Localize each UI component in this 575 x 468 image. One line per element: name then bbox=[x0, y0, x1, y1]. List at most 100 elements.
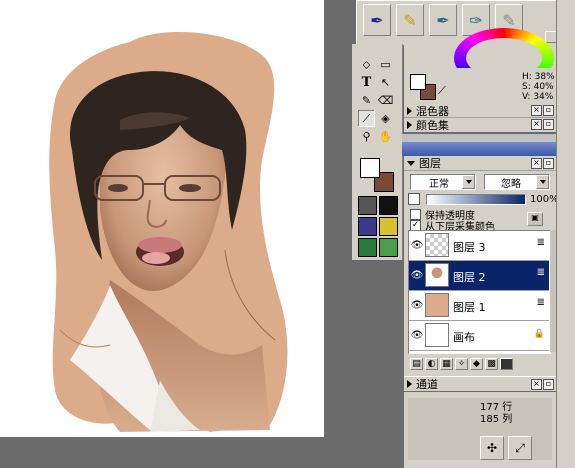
blend-row: 正常 忽略 bbox=[410, 174, 550, 190]
gradient-icon[interactable] bbox=[358, 217, 377, 236]
eye-icon[interactable]: 👁 bbox=[411, 239, 424, 251]
lock-icon: 🔒 bbox=[533, 329, 545, 339]
collapse-triangle-icon bbox=[407, 160, 415, 166]
layer-name: 图层 2 bbox=[453, 271, 486, 284]
expand-icon[interactable]: ⤢ bbox=[508, 436, 532, 460]
eyedropper-icon[interactable]: ⟋ bbox=[358, 110, 375, 127]
layer-thumbnail bbox=[425, 233, 449, 257]
chevron-down-icon[interactable] bbox=[462, 175, 475, 189]
painting-canvas[interactable] bbox=[0, 0, 324, 437]
color-panel: ⟋ H: 38% S: 40% V: 34% bbox=[404, 28, 556, 104]
panel-divider bbox=[402, 134, 560, 142]
zoom-icon[interactable]: ⚲ bbox=[358, 128, 375, 145]
layers-title: 图层 bbox=[419, 157, 441, 170]
channels-title: 通道 bbox=[416, 378, 438, 391]
layer-thumbnail bbox=[425, 263, 449, 287]
info-panel: 177 行 185 列 ✣ ⤢ bbox=[404, 392, 556, 468]
layer-row-canvas[interactable]: 👁 画布 🔒 bbox=[409, 321, 549, 351]
saturation-value: S: 40% bbox=[522, 82, 554, 92]
eraser-icon[interactable]: ⌫ bbox=[377, 92, 394, 109]
opacity-row: 100% bbox=[408, 193, 559, 205]
layer-row-2[interactable]: 👁 图层 2 ≣ bbox=[409, 261, 549, 291]
current-color-swatches[interactable] bbox=[410, 74, 436, 100]
ignore-value: 忽略 bbox=[501, 178, 521, 190]
effects-icon[interactable]: ✧ bbox=[455, 358, 468, 370]
eyedropper-small-icon[interactable]: ⟋ bbox=[438, 84, 446, 98]
paper-texture-icon[interactable] bbox=[358, 196, 377, 215]
eye-icon[interactable]: 👁 bbox=[411, 299, 424, 311]
close-icon[interactable]: × bbox=[531, 119, 542, 130]
color-swatches[interactable] bbox=[360, 158, 394, 192]
pointer-icon[interactable]: ↖ bbox=[377, 74, 394, 91]
mask-icon[interactable]: ▩ bbox=[485, 358, 498, 370]
layer-row-1[interactable]: 👁 图层 1 ≣ bbox=[409, 291, 549, 321]
layer-stack-icon: ≣ bbox=[536, 297, 545, 308]
group-icon[interactable]: ▦ bbox=[440, 358, 453, 370]
pen-ink-icon[interactable]: ✒ bbox=[429, 4, 457, 36]
lock-icon[interactable]: ▣ bbox=[527, 212, 543, 226]
text-icon[interactable]: T bbox=[358, 74, 375, 91]
color-set-panel-header[interactable]: 颜色集 × ▫ bbox=[404, 118, 556, 132]
layers-panel: 图层 × ▫ 正常 忽略 100% 保持透明度 ✓ 从下层采集颜色 ▣ 👁 图层… bbox=[404, 156, 575, 376]
pen-blue-icon[interactable]: ✒ bbox=[363, 4, 391, 36]
layer-thumbnail bbox=[425, 293, 449, 317]
pattern-icon[interactable] bbox=[379, 196, 398, 215]
look-icon[interactable] bbox=[379, 238, 398, 257]
value-value: V: 34% bbox=[522, 92, 554, 102]
dimension-readout: 177 行 185 列 bbox=[480, 402, 512, 426]
close-icon[interactable]: × bbox=[531, 158, 542, 169]
move-icon[interactable]: ⬦ bbox=[358, 56, 375, 73]
dynamic-plugin-icon[interactable]: ◆ bbox=[470, 358, 483, 370]
hand-icon[interactable]: ✋ bbox=[377, 128, 394, 145]
blend-mode-select[interactable]: 正常 bbox=[410, 174, 476, 190]
pen-yellow-icon[interactable]: ✎ bbox=[396, 4, 424, 36]
color-wheel[interactable] bbox=[454, 28, 554, 68]
texture-buttons bbox=[358, 196, 398, 257]
fill-icon[interactable]: ◈ bbox=[377, 110, 394, 127]
layer-toolbar: ▤ ◐ ▦ ✧ ◆ ▩ 🗑 bbox=[410, 358, 575, 370]
brush-icon[interactable]: ✎ bbox=[358, 92, 375, 109]
foreground-color-swatch[interactable] bbox=[360, 158, 380, 178]
expand-triangle-icon bbox=[407, 106, 412, 115]
layer-mask-icon[interactable]: ◐ bbox=[425, 358, 438, 370]
panel-title-bar bbox=[402, 142, 560, 156]
opacity-slider[interactable] bbox=[426, 193, 526, 205]
layer-list: 👁 图层 3 ≣ 👁 图层 2 ≣ 👁 图层 1 ≣ 👁 画布 🔒 bbox=[408, 230, 551, 354]
crop-icon[interactable]: ▭ bbox=[377, 56, 394, 73]
portrait-painting bbox=[49, 32, 288, 432]
mask-dark-icon[interactable] bbox=[500, 358, 513, 370]
color-set-title: 颜色集 bbox=[416, 118, 449, 132]
layer-stack-icon: ≣ bbox=[536, 237, 545, 248]
layer-name: 图层 3 bbox=[453, 241, 486, 254]
expand-triangle-icon bbox=[407, 380, 412, 388]
close-icon[interactable]: × bbox=[531, 105, 542, 116]
layers-panel-header[interactable]: 图层 × ▫ bbox=[404, 156, 556, 171]
layer-name: 画布 bbox=[453, 331, 475, 344]
hsv-readout: H: 38% S: 40% V: 34% bbox=[522, 72, 555, 102]
opacity-value: 100% bbox=[530, 193, 559, 205]
eye-icon[interactable]: 👁 bbox=[411, 329, 424, 341]
tool-box: ⬦ ▭ T ↖ ✎ ⌫ ⟋ ◈ ⚲ ✋ bbox=[352, 44, 403, 260]
collapsed-panels: 混色器 × ▫ 颜色集 × ▫ bbox=[404, 104, 556, 132]
collapse-icon[interactable]: ▫ bbox=[543, 105, 554, 116]
layer-row-3[interactable]: 👁 图层 3 ≣ bbox=[409, 231, 549, 261]
new-layer-icon[interactable]: ▤ bbox=[410, 358, 423, 370]
chevron-down-icon[interactable] bbox=[536, 175, 549, 189]
nozzle-icon[interactable] bbox=[358, 238, 377, 257]
close-icon[interactable]: × bbox=[531, 379, 542, 390]
layer-stack-icon: ≣ bbox=[536, 267, 545, 278]
pattern-gold-icon[interactable] bbox=[379, 217, 398, 236]
fit-icon[interactable]: ✣ bbox=[480, 436, 504, 460]
rows-value: 177 行 bbox=[480, 402, 513, 413]
collapse-icon[interactable]: ▫ bbox=[543, 119, 554, 130]
channels-panel-header[interactable]: 通道 × ▫ bbox=[404, 376, 556, 391]
ignore-select[interactable]: 忽略 bbox=[484, 174, 550, 190]
hue-value: H: 38% bbox=[522, 72, 555, 82]
opacity-lock-icon[interactable] bbox=[408, 193, 420, 205]
eye-icon[interactable]: 👁 bbox=[411, 269, 424, 281]
expand-triangle-icon bbox=[407, 120, 412, 129]
blend-mode-value: 正常 bbox=[429, 178, 449, 190]
collapse-icon[interactable]: ▫ bbox=[543, 379, 554, 390]
layer-name: 图层 1 bbox=[453, 301, 486, 314]
collapse-icon[interactable]: ▫ bbox=[543, 158, 554, 169]
